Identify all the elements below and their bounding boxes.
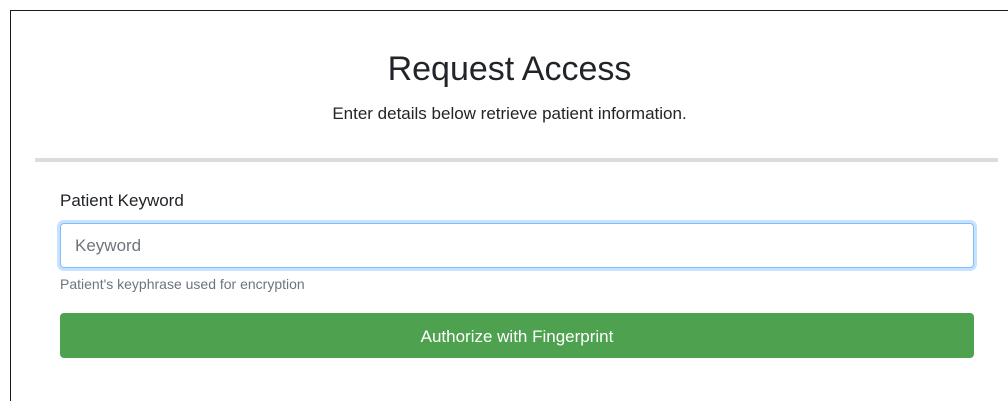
- header-divider: [35, 158, 998, 162]
- patient-keyword-input[interactable]: [60, 223, 974, 268]
- page-subtitle: Enter details below retrieve patient inf…: [332, 104, 687, 123]
- patient-keyword-help-text: Patient's keyphrase used for encryption: [60, 276, 305, 292]
- request-access-panel: Request Access Enter details below retri…: [10, 10, 1008, 401]
- patient-keyword-label: Patient Keyword: [60, 191, 184, 210]
- page-title: Request Access: [387, 50, 632, 88]
- authorize-fingerprint-button[interactable]: Authorize with Fingerprint: [60, 313, 974, 358]
